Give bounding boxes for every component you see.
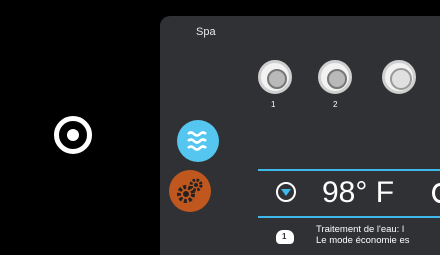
temperature-value: 98° F [322,176,395,209]
jets-button[interactable] [177,120,219,162]
light-icon [390,68,412,90]
spa-screen: Spa 1 2 98° F 1 Traitement de l'eau: l L… [160,16,440,255]
down-arrow-icon[interactable] [276,182,296,202]
temperature-row: 98° F [258,169,440,218]
pump-1-label: 1 [271,100,276,109]
pump-status-icon: 1 [276,230,294,244]
water-waves-icon [187,131,207,151]
left-bezel [0,0,160,255]
status-message: 1 Traitement de l'eau: l Le mode économi… [270,224,440,255]
settings-button[interactable] [169,170,211,212]
screen-title: Spa [196,26,216,38]
pump-1-button[interactable] [258,60,292,94]
status-line-1: Traitement de l'eau: l [316,224,405,235]
pump-icon [267,69,287,89]
pump-icon [327,69,347,89]
status-icon-digit: 1 [282,232,287,241]
pump-2-label: 2 [333,100,338,109]
pump-2-button[interactable] [318,60,352,94]
target-circle-icon[interactable] [54,116,92,154]
up-button-partial[interactable] [432,183,440,203]
light-button[interactable] [382,60,416,94]
gears-icon [177,178,203,203]
status-message-text: Traitement de l'eau: l Le mode économie … [316,224,409,246]
status-line-2: Le mode économie es [316,235,410,246]
